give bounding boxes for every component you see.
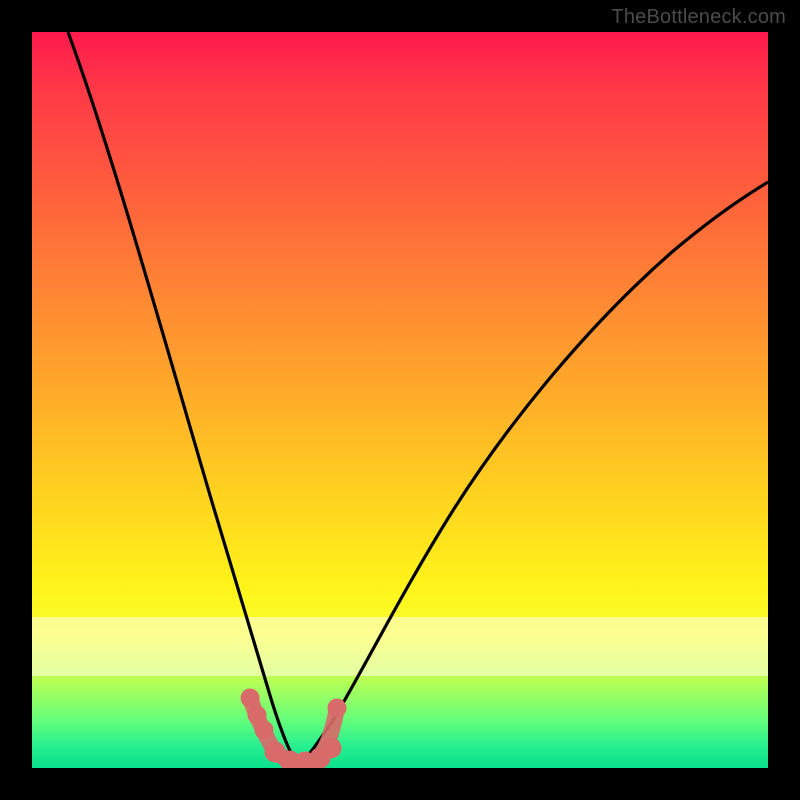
bottleneck-curve xyxy=(32,32,768,768)
chart-frame: TheBottleneck.com xyxy=(0,0,800,800)
plot-area xyxy=(32,32,768,768)
attribution-watermark: TheBottleneck.com xyxy=(611,6,786,29)
curve-right xyxy=(298,182,768,765)
curve-left xyxy=(68,32,298,765)
